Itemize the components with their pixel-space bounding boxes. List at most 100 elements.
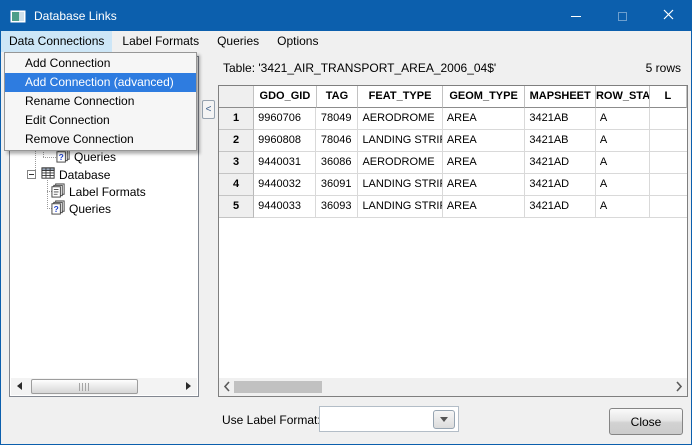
- table-row[interactable]: 1 9960706 78049 AERODROME AREA 3421AB A: [219, 108, 687, 130]
- scroll-left-icon[interactable]: [17, 382, 22, 390]
- cell[interactable]: 9960706: [254, 108, 316, 130]
- scroll-right-icon[interactable]: [186, 382, 191, 390]
- tree-scrollbar-thumb[interactable]: [31, 379, 138, 394]
- cell[interactable]: AREA: [443, 196, 526, 218]
- cell[interactable]: 78046: [316, 130, 358, 152]
- svg-text:?: ?: [54, 204, 59, 214]
- grid-scrollbar-thumb[interactable]: [234, 381, 322, 393]
- minimize-button[interactable]: [553, 1, 599, 31]
- cell[interactable]: [650, 174, 687, 196]
- menu-item-add-connection-advanced[interactable]: Add Connection (advanced): [5, 73, 196, 92]
- database-links-window: Database Links Data Connections Label Fo…: [0, 0, 692, 445]
- column-header-tag[interactable]: TAG: [317, 86, 359, 108]
- cell[interactable]: AREA: [443, 152, 526, 174]
- cell[interactable]: LANDING STRIP: [358, 174, 442, 196]
- combo-dropdown-button[interactable]: [433, 410, 455, 429]
- close-button[interactable]: Close: [609, 408, 683, 435]
- database-table-icon: [41, 166, 56, 184]
- scroll-right-icon[interactable]: [675, 381, 683, 392]
- row-number[interactable]: 3: [219, 152, 254, 174]
- cell[interactable]: 9440031: [254, 152, 316, 174]
- cell[interactable]: A: [596, 174, 650, 196]
- cell[interactable]: A: [596, 108, 650, 130]
- column-header-geom-type[interactable]: GEOM_TYPE: [443, 86, 526, 108]
- cell[interactable]: AREA: [443, 174, 526, 196]
- cell[interactable]: 36086: [316, 152, 358, 174]
- table-row[interactable]: 2 9960808 78046 LANDING STRIP AREA 3421A…: [219, 130, 687, 152]
- cell[interactable]: 3421AD: [525, 174, 596, 196]
- cell[interactable]: LANDING STRIP: [358, 196, 442, 218]
- cell[interactable]: 78049: [316, 108, 358, 130]
- tree-item-label: Queries: [69, 202, 111, 216]
- queries-icon: ?: [51, 200, 66, 218]
- column-header-row-status[interactable]: ROW_STATUS: [596, 86, 650, 108]
- column-header-mapsheet[interactable]: MAPSHEET: [525, 86, 596, 108]
- tree-item-label: Database: [59, 168, 110, 182]
- table-caption: Table: '3421_AIR_TRANSPORT_AREA_2006_04$…: [223, 61, 496, 75]
- svg-text:?: ?: [59, 152, 64, 162]
- column-header-gdo-gid[interactable]: GDO_GID: [254, 86, 316, 108]
- column-header-feat-type[interactable]: FEAT_TYPE: [358, 86, 442, 108]
- menubar: Data Connections Label Formats Queries O…: [1, 31, 691, 52]
- tree-horizontal-scrollbar[interactable]: [11, 378, 197, 395]
- data-connections-dropdown-menu: Add Connection Add Connection (advanced)…: [4, 52, 197, 151]
- cell[interactable]: 3421AD: [525, 196, 596, 218]
- menu-label-formats[interactable]: Label Formats: [114, 31, 207, 52]
- menu-data-connections[interactable]: Data Connections: [1, 31, 112, 52]
- row-number[interactable]: 2: [219, 130, 254, 152]
- tree-item-label-formats[interactable]: Label Formats: [51, 184, 146, 200]
- close-window-button[interactable]: [645, 1, 691, 31]
- cell[interactable]: AREA: [443, 130, 526, 152]
- menu-item-rename-connection[interactable]: Rename Connection: [5, 92, 196, 111]
- row-number[interactable]: 1: [219, 108, 254, 130]
- menu-queries[interactable]: Queries: [209, 31, 267, 52]
- table-row[interactable]: 4 9440032 36091 LANDING STRIP AREA 3421A…: [219, 174, 687, 196]
- use-label-format-label: Use Label Format:: [222, 413, 321, 427]
- cell[interactable]: 3421AD: [525, 152, 596, 174]
- cell[interactable]: AERODROME: [358, 152, 442, 174]
- column-header[interactable]: [219, 86, 254, 108]
- tree-item-label: Queries: [74, 150, 116, 164]
- titlebar[interactable]: Database Links: [1, 1, 691, 31]
- menu-options[interactable]: Options: [269, 31, 326, 52]
- cell[interactable]: LANDING STRIP: [358, 130, 442, 152]
- row-number[interactable]: 5: [219, 196, 254, 218]
- menu-item-add-connection[interactable]: Add Connection: [5, 54, 196, 73]
- cell[interactable]: 36091: [316, 174, 358, 196]
- window-title: Database Links: [34, 9, 117, 23]
- cell[interactable]: A: [596, 130, 650, 152]
- tree-item-queries[interactable]: ? Queries: [56, 149, 116, 165]
- column-header-partial[interactable]: L: [650, 86, 687, 108]
- cell[interactable]: [650, 130, 687, 152]
- app-icon: [10, 10, 26, 23]
- menu-item-edit-connection[interactable]: Edit Connection: [5, 111, 196, 130]
- tree-item-queries-2[interactable]: ? Queries: [51, 201, 111, 217]
- maximize-button: [599, 1, 645, 31]
- cell[interactable]: 3421AB: [525, 130, 596, 152]
- menu-item-remove-connection[interactable]: Remove Connection: [5, 130, 196, 149]
- cell[interactable]: 36093: [316, 196, 358, 218]
- cell[interactable]: 9440032: [254, 174, 316, 196]
- cell[interactable]: A: [596, 196, 650, 218]
- cell[interactable]: [650, 152, 687, 174]
- tree-expander-minus-icon[interactable]: [27, 170, 36, 179]
- cell[interactable]: 3421AB: [525, 108, 596, 130]
- cell[interactable]: AERODROME: [358, 108, 442, 130]
- maximize-icon: [618, 12, 627, 21]
- table-row[interactable]: 3 9440031 36086 AERODROME AREA 3421AD A: [219, 152, 687, 174]
- cell[interactable]: [650, 196, 687, 218]
- cell[interactable]: 9440033: [254, 196, 316, 218]
- row-number[interactable]: 4: [219, 174, 254, 196]
- collapse-panel-button[interactable]: <: [202, 100, 215, 119]
- cell[interactable]: [650, 108, 687, 130]
- cell[interactable]: A: [596, 152, 650, 174]
- grid-horizontal-scrollbar[interactable]: [219, 378, 687, 396]
- scrollbar-grip-icon: [79, 383, 90, 391]
- label-format-combo-input[interactable]: [322, 409, 434, 429]
- scroll-left-icon[interactable]: [223, 381, 231, 392]
- cell[interactable]: 9960808: [254, 130, 316, 152]
- label-format-combobox[interactable]: [319, 406, 459, 432]
- cell[interactable]: AREA: [443, 108, 526, 130]
- table-row[interactable]: 5 9440033 36093 LANDING STRIP AREA 3421A…: [219, 196, 687, 218]
- tree-item-database[interactable]: Database: [41, 167, 110, 183]
